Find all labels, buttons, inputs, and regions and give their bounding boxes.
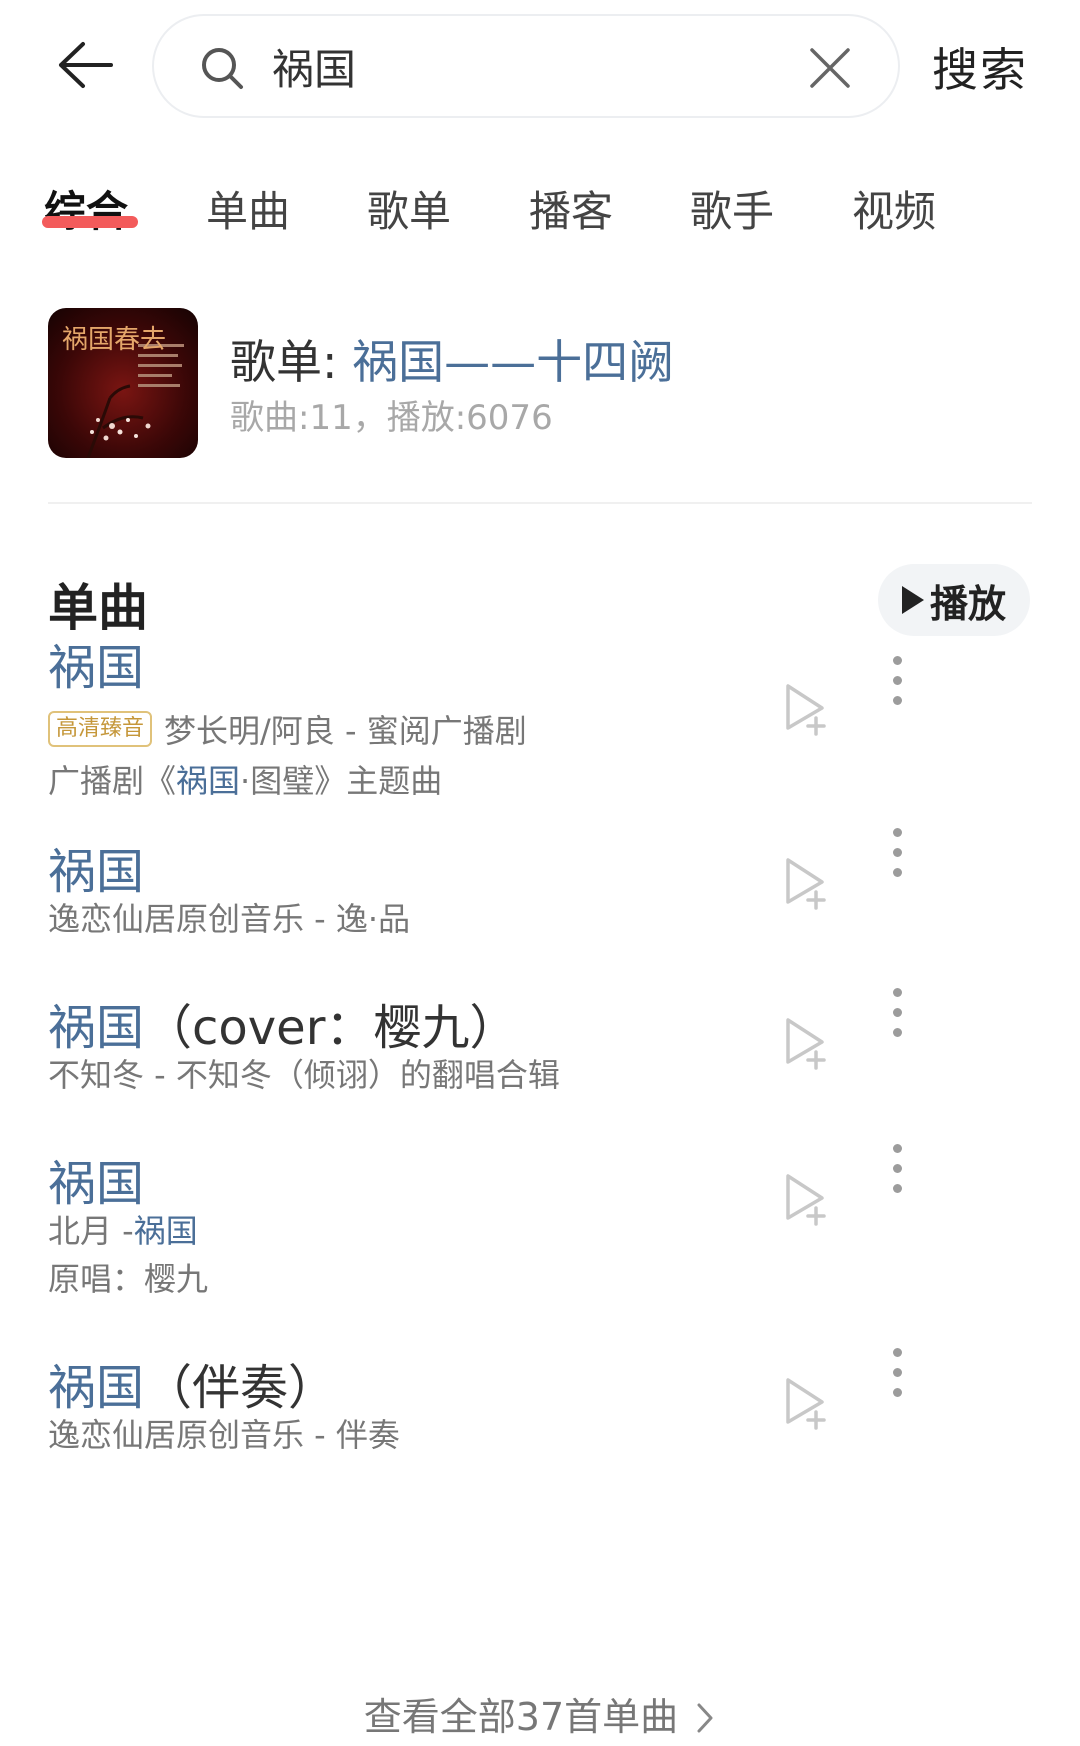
album-highlight: 祸国 (133, 1212, 198, 1250)
song-artist-album: 逸恋仙居原创音乐 - 伴奏 (48, 1416, 400, 1454)
search-submit-button[interactable]: 搜索 (932, 34, 1028, 100)
add-to-playlist-icon[interactable] (778, 1014, 834, 1070)
song-title-text: 祸国 (48, 640, 145, 696)
divider (48, 502, 1032, 504)
add-to-playlist-icon[interactable] (778, 680, 834, 736)
back-arrow-icon (59, 42, 113, 88)
clear-icon[interactable] (806, 44, 854, 92)
song-row[interactable]: 祸国 北月 - 祸国 原唱：樱九 (48, 1144, 1032, 1298)
search-icon (202, 48, 243, 89)
play-icon (901, 586, 924, 614)
cover-title-text: 祸国春去 (62, 325, 166, 355)
song-row[interactable]: 祸国 逸恋仙居原创音乐 - 逸·品 (48, 828, 1032, 942)
search-box[interactable] (152, 14, 900, 118)
song-artist-album: 北月 - 祸国 (48, 1206, 198, 1252)
song-title: 祸国（伴奏） (48, 1348, 336, 1418)
song-artist-line: 高清臻音 梦长明/阿良 - 蜜阅广播剧 (48, 706, 527, 752)
song-description: 广播剧《 祸国 ·图璧》主题曲 (48, 756, 442, 802)
song-title: 祸国（cover：樱九） (48, 988, 517, 1058)
more-options-button[interactable] (882, 656, 912, 716)
playlist-result[interactable]: 祸国春去 歌单: 祸国——十四阙 歌曲:11，播放:6076 (48, 298, 1032, 458)
playlist-meta: 歌曲:11，播放:6076 (230, 398, 553, 438)
desc-prefix: 广播剧《 (48, 762, 177, 800)
view-all-songs-link[interactable]: 查看全部37首单曲 (0, 1686, 1080, 1741)
song-row[interactable]: 祸国 高清臻音 梦长明/阿良 - 蜜阅广播剧 广播剧《 祸国 ·图璧》主题曲 (48, 628, 1032, 800)
song-title-text: 祸国 (48, 844, 145, 900)
more-options-button[interactable] (882, 988, 912, 1048)
more-options-button[interactable] (882, 1348, 912, 1408)
more-vertical-icon (892, 656, 902, 665)
song-row[interactable]: 祸国（伴奏） 逸恋仙居原创音乐 - 伴奏 (48, 1348, 1032, 1458)
desc-suffix: ·图璧》主题曲 (240, 762, 443, 800)
more-vertical-icon (892, 1348, 902, 1357)
add-to-playlist-icon[interactable] (778, 1374, 834, 1430)
category-tabs: 综合 单曲 歌单 播客 歌手 视频 (0, 160, 1080, 250)
playlist-cover: 祸国春去 (48, 308, 198, 458)
tab-artists[interactable]: 歌手 (690, 178, 774, 239)
song-title: 祸国 (48, 832, 144, 902)
hq-audio-badge: 高清臻音 (48, 711, 153, 747)
view-all-label: 查看全部37首单曲 (363, 1695, 679, 1739)
song-title-suffix: （伴奏） (144, 1360, 337, 1416)
tab-podcasts[interactable]: 播客 (529, 178, 613, 239)
more-vertical-icon (892, 828, 902, 837)
desc-highlight: 祸国 (176, 762, 241, 800)
artist-name: 北月 - (48, 1212, 134, 1250)
song-artist-album: 逸恋仙居原创音乐 - 逸·品 (48, 900, 411, 938)
song-description: 原唱：樱九 (48, 1260, 209, 1298)
playlist-name: 祸国——十四阙 (352, 335, 675, 389)
play-all-label: 播放 (929, 581, 1006, 626)
add-to-playlist-icon[interactable] (778, 1170, 834, 1226)
more-options-button[interactable] (882, 828, 912, 888)
play-all-button[interactable]: 播放 (878, 564, 1030, 636)
song-title: 祸国 (48, 1144, 144, 1214)
song-title-text: 祸国 (48, 1360, 145, 1416)
song-artist-album: 不知冬 - 不知冬（倾诩）的翻唱合辑 (48, 1056, 560, 1094)
add-to-playlist-icon[interactable] (778, 854, 834, 910)
song-title-text: 祸国 (48, 1156, 145, 1212)
tab-videos[interactable]: 视频 (852, 178, 936, 239)
search-input[interactable] (272, 36, 772, 96)
more-vertical-icon (892, 1144, 902, 1153)
song-title-text: 祸国 (48, 1000, 145, 1056)
playlist-title: 歌单: 祸国——十四阙 (230, 326, 674, 392)
song-artist-album: 梦长明/阿良 - 蜜阅广播剧 (164, 712, 527, 750)
chevron-right-icon (697, 1703, 713, 1733)
tab-comprehensive[interactable]: 综合 (44, 178, 128, 239)
more-vertical-icon (892, 988, 902, 997)
tab-songs[interactable]: 单曲 (206, 178, 290, 239)
tab-playlists[interactable]: 歌单 (367, 178, 451, 239)
active-tab-indicator (42, 216, 138, 228)
more-options-button[interactable] (882, 1144, 912, 1204)
song-row[interactable]: 祸国（cover：樱九） 不知冬 - 不知冬（倾诩）的翻唱合辑 (48, 988, 1032, 1098)
song-title: 祸国 (48, 628, 144, 698)
song-title-suffix: （cover：樱九） (144, 1000, 518, 1056)
playlist-prefix: 歌单: (230, 335, 353, 389)
back-button[interactable] (40, 30, 130, 100)
top-bar: 搜索 (0, 0, 1080, 130)
